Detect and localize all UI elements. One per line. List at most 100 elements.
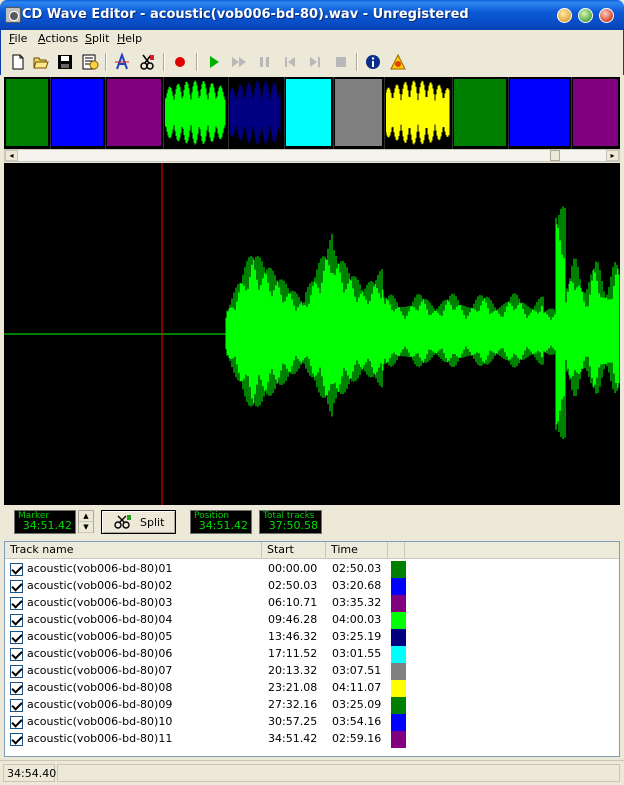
status-time: 34:54.40 <box>7 767 57 780</box>
next-icon[interactable] <box>306 53 324 71</box>
split-label: Split <box>140 516 165 529</box>
overview-track-segment[interactable] <box>164 79 226 146</box>
overview-track-segment[interactable] <box>509 79 570 146</box>
header-time[interactable]: Time <box>326 542 388 559</box>
scroll-left-arrow-icon[interactable]: ◂ <box>5 150 18 161</box>
table-row[interactable]: acoustic(vob006-bd-80)09 27:32.16 03:25.09 <box>5 697 619 714</box>
track-checkbox[interactable] <box>10 631 23 644</box>
track-checkbox[interactable] <box>10 580 23 593</box>
scrollbar-thumb[interactable] <box>550 150 560 161</box>
table-row[interactable]: acoustic(vob006-bd-80)03 06:10.71 03:35.32 <box>5 595 619 612</box>
marker-value: 34:51.42 <box>22 519 72 532</box>
track-time: 03:35.32 <box>332 596 382 609</box>
table-row[interactable]: acoustic(vob006-bd-80)05 13:46.32 03:25.19 <box>5 629 619 646</box>
track-checkbox[interactable] <box>10 682 23 695</box>
help-icon[interactable] <box>389 53 407 71</box>
play-icon[interactable] <box>205 53 223 71</box>
overview-track-segment[interactable] <box>229 79 282 146</box>
menu-split[interactable]: Split <box>85 32 109 45</box>
overview-track-segment[interactable] <box>106 79 161 146</box>
overview-track-boundary <box>50 77 52 149</box>
stop-icon[interactable] <box>332 53 350 71</box>
track-start: 34:51.42 <box>268 732 318 745</box>
info-icon[interactable] <box>364 53 382 71</box>
track-checkbox[interactable] <box>10 597 23 610</box>
controls-row: Marker 34:51.42 ▲ ▼ Split Position 34:51… <box>4 507 620 539</box>
app-icon[interactable] <box>5 7 21 23</box>
table-row[interactable]: acoustic(vob006-bd-80)01 00:00.00 02:50.03 <box>5 561 619 578</box>
header-start[interactable]: Start <box>262 542 326 559</box>
list-header: Track name Start Time <box>5 542 619 559</box>
properties-icon[interactable] <box>81 53 99 71</box>
header-track-name[interactable]: Track name <box>5 542 262 559</box>
table-row[interactable]: acoustic(vob006-bd-80)10 30:57.25 03:54.16 <box>5 714 619 731</box>
track-checkbox[interactable] <box>10 665 23 678</box>
split-button[interactable]: Split <box>101 510 176 534</box>
table-row[interactable]: acoustic(vob006-bd-80)06 17:11.52 03:01.55 <box>5 646 619 663</box>
table-row[interactable]: acoustic(vob006-bd-80)08 23:21.08 04:11.07 <box>5 680 619 697</box>
marker-spinner[interactable]: ▲ ▼ <box>78 510 94 533</box>
track-start: 09:46.28 <box>268 613 318 626</box>
overview-track-boundary <box>163 77 165 149</box>
scroll-right-arrow-icon[interactable]: ▸ <box>606 150 619 161</box>
menu-file[interactable]: File <box>9 32 27 45</box>
track-name: acoustic(vob006-bd-80)02 <box>27 579 173 592</box>
track-time: 04:00.03 <box>332 613 382 626</box>
track-checkbox[interactable] <box>10 563 23 576</box>
track-time: 04:11.07 <box>332 681 382 694</box>
spin-up-icon[interactable]: ▲ <box>79 511 93 522</box>
track-list[interactable]: Track name Start Time acoustic(vob006-bd… <box>4 541 620 757</box>
menu-help[interactable]: Help <box>117 32 142 45</box>
overview-track-boundary <box>452 77 454 149</box>
track-name: acoustic(vob006-bd-80)04 <box>27 613 173 626</box>
pause-icon[interactable] <box>256 53 274 71</box>
overview-track-segment[interactable] <box>454 79 506 146</box>
spin-down-icon[interactable]: ▼ <box>79 522 93 533</box>
split-settings-icon[interactable] <box>138 53 156 71</box>
waveform-trace <box>4 206 620 439</box>
menu-actions[interactable]: Actions <box>38 32 78 45</box>
record-icon[interactable] <box>171 53 189 71</box>
overview-track-segment[interactable] <box>573 79 618 146</box>
table-row[interactable]: acoustic(vob006-bd-80)04 09:46.28 04:00.03 <box>5 612 619 629</box>
fast-forward-icon[interactable] <box>230 53 248 71</box>
status-bar: 34:54.40 <box>0 760 624 785</box>
track-start: 20:13.32 <box>268 664 318 677</box>
position-display: Position 34:51.42 <box>190 510 252 534</box>
table-row[interactable]: acoustic(vob006-bd-80)02 02:50.03 03:20.68 <box>5 578 619 595</box>
waveform-view[interactable] <box>4 163 620 505</box>
save-icon[interactable] <box>56 53 74 71</box>
toolbar <box>0 49 624 75</box>
track-checkbox[interactable] <box>10 614 23 627</box>
overview-track-segment[interactable] <box>6 79 49 146</box>
track-start: 23:21.08 <box>268 681 318 694</box>
track-checkbox[interactable] <box>10 648 23 661</box>
track-checkbox[interactable] <box>10 733 23 746</box>
track-start: 27:32.16 <box>268 698 318 711</box>
track-name: acoustic(vob006-bd-80)10 <box>27 715 173 728</box>
maximize-button[interactable] <box>578 8 593 23</box>
track-checkbox[interactable] <box>10 699 23 712</box>
overview-track-segment[interactable] <box>285 79 332 146</box>
open-icon[interactable] <box>32 53 50 71</box>
track-checkbox[interactable] <box>10 716 23 729</box>
table-row[interactable]: acoustic(vob006-bd-80)07 20:13.32 03:07.51 <box>5 663 619 680</box>
total-tracks-value: 37:50.58 <box>268 519 318 532</box>
header-color[interactable] <box>388 542 405 559</box>
track-time: 03:25.09 <box>332 698 382 711</box>
overview-track-boundary <box>571 77 573 149</box>
minimize-button[interactable] <box>557 8 572 23</box>
track-color-swatch <box>391 731 406 748</box>
close-button[interactable] <box>599 8 614 23</box>
horizontal-scrollbar[interactable]: ◂ ▸ <box>4 149 620 162</box>
auto-split-icon[interactable] <box>113 52 131 71</box>
overview-track-segment[interactable] <box>385 79 450 146</box>
overview-track-segment[interactable] <box>52 79 103 146</box>
track-overview[interactable] <box>4 77 620 149</box>
overview-track-segment[interactable] <box>335 79 383 146</box>
track-start: 02:50.03 <box>268 579 318 592</box>
previous-icon[interactable] <box>281 53 299 71</box>
new-icon[interactable] <box>9 53 27 71</box>
track-color-swatch <box>391 697 406 714</box>
table-row[interactable]: acoustic(vob006-bd-80)11 34:51.42 02:59.16 <box>5 731 619 748</box>
